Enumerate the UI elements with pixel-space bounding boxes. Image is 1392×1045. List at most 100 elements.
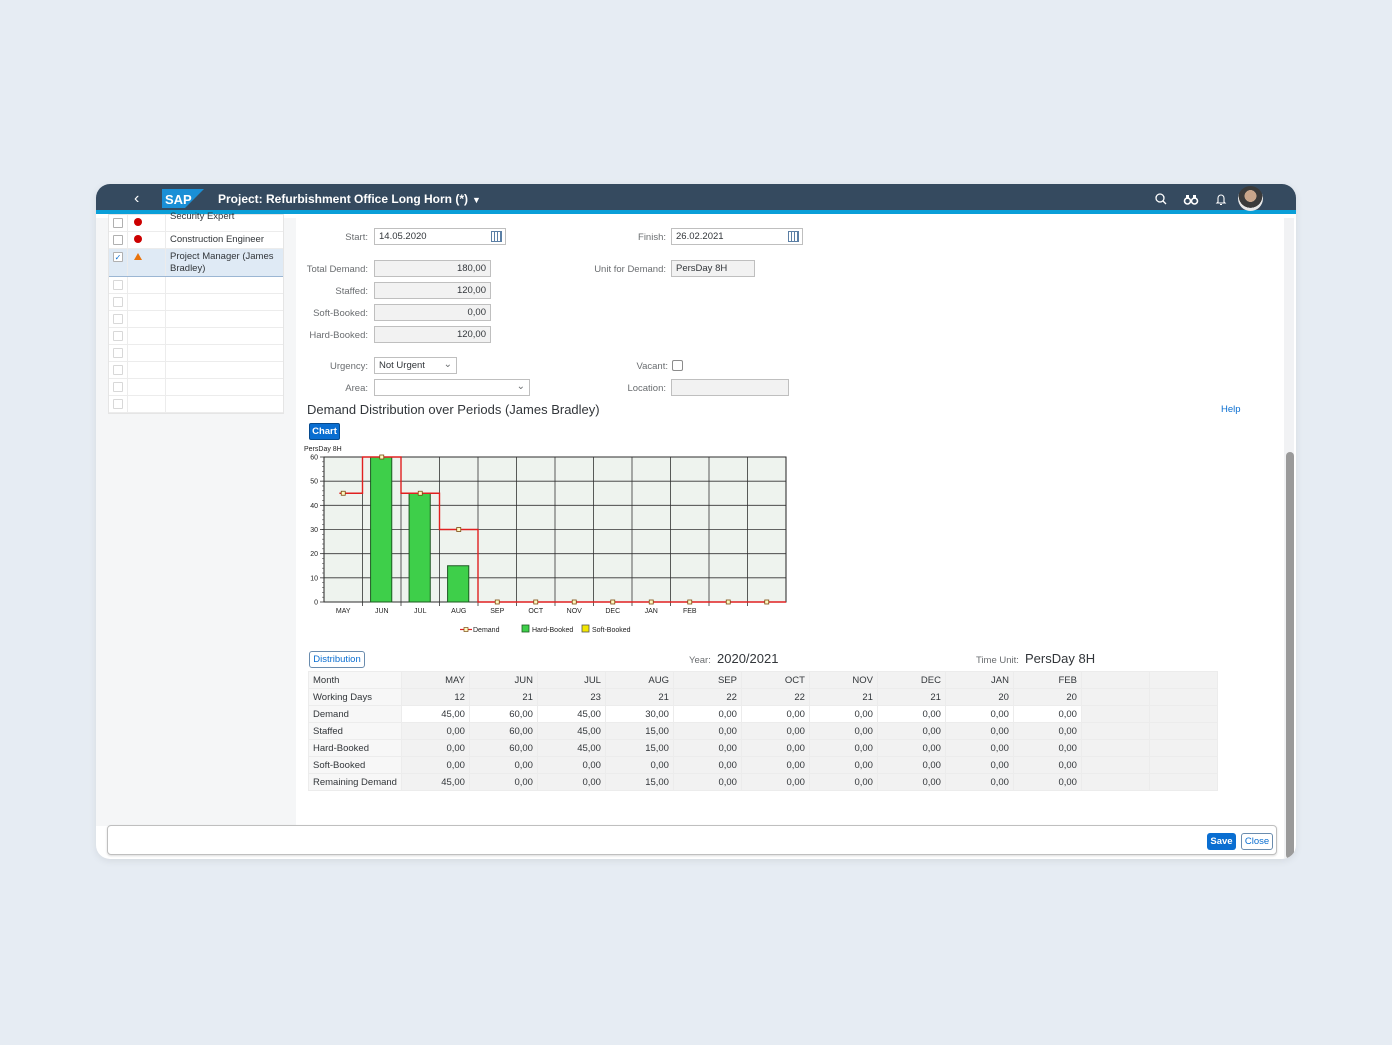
scrollbar-thumb[interactable] bbox=[1286, 452, 1294, 859]
back-icon[interactable]: ‹ bbox=[134, 190, 139, 208]
urgency-select[interactable]: Not Urgent ⌄ bbox=[374, 357, 457, 374]
x-tick-label: FEB bbox=[683, 608, 697, 615]
empty-row bbox=[109, 294, 283, 311]
table-cell[interactable]: 0,00 bbox=[740, 705, 810, 723]
calendar-icon[interactable] bbox=[491, 231, 502, 242]
table-cell: 0,00 bbox=[672, 756, 742, 774]
total-demand-field[interactable]: 180,00 bbox=[374, 260, 491, 277]
table-cell[interactable]: 45,00 bbox=[400, 705, 470, 723]
table-cell: 22 bbox=[672, 688, 742, 706]
app-title[interactable]: Project: Refurbishment Office Long Horn … bbox=[218, 192, 481, 206]
table-cell: 23 bbox=[536, 688, 606, 706]
finish-date-field[interactable]: 26.02.2021 bbox=[671, 228, 803, 245]
table-scroll-area bbox=[1217, 671, 1227, 689]
column-header: JAN bbox=[944, 671, 1014, 689]
row-select-cell bbox=[109, 294, 128, 310]
location-field[interactable] bbox=[671, 379, 789, 396]
checkbox-checked[interactable]: ✓ bbox=[113, 252, 123, 262]
empty-row bbox=[109, 396, 283, 413]
soft-booked-field[interactable]: 0,00 bbox=[374, 304, 491, 321]
empty-cell bbox=[1080, 705, 1150, 723]
table-cell[interactable]: 45,00 bbox=[536, 705, 606, 723]
role-name: Security Expert bbox=[170, 211, 235, 222]
role-row[interactable]: ✓ Project Manager (James Bradley) bbox=[109, 249, 283, 277]
demand-point bbox=[494, 599, 500, 605]
checkbox[interactable] bbox=[113, 297, 123, 307]
table-cell: 21 bbox=[876, 688, 946, 706]
table-cell: 0,00 bbox=[876, 722, 946, 740]
row-select-cell bbox=[109, 379, 128, 395]
checkbox[interactable] bbox=[113, 280, 123, 290]
checkbox[interactable] bbox=[113, 365, 123, 375]
checkbox[interactable] bbox=[113, 399, 123, 409]
y-tick-label: 10 bbox=[310, 575, 318, 582]
help-link[interactable]: Help bbox=[1221, 404, 1241, 415]
y-tick-label: 60 bbox=[310, 455, 318, 462]
x-tick-label: JAN bbox=[645, 608, 658, 615]
checkbox[interactable] bbox=[113, 235, 123, 245]
table-cell: 0,00 bbox=[400, 756, 470, 774]
calendar-icon[interactable] bbox=[788, 231, 799, 242]
y-tick-label: 0 bbox=[314, 600, 318, 607]
role-table: Security Expert Construction Engineer ✓ Pro… bbox=[108, 211, 284, 414]
role-name bbox=[166, 311, 283, 327]
status-cell bbox=[128, 232, 166, 248]
start-date-field[interactable]: 14.05.2020 bbox=[374, 228, 506, 245]
soft-booked-label: Soft-Booked: bbox=[313, 308, 368, 319]
bell-icon[interactable] bbox=[1213, 191, 1229, 207]
vacant-checkbox[interactable] bbox=[672, 360, 683, 371]
demand-point bbox=[533, 599, 539, 605]
table-cell[interactable]: 60,00 bbox=[468, 705, 538, 723]
user-avatar[interactable] bbox=[1238, 186, 1263, 211]
area-select[interactable]: ⌄ bbox=[374, 379, 530, 396]
binoculars-icon[interactable] bbox=[1183, 191, 1199, 207]
table-cell: 45,00 bbox=[400, 773, 470, 791]
close-button[interactable]: Close bbox=[1241, 833, 1273, 850]
error-status-icon bbox=[134, 218, 142, 226]
status-cell bbox=[128, 396, 166, 412]
table-cell: 20 bbox=[944, 688, 1014, 706]
table-cell: 21 bbox=[604, 688, 674, 706]
footer-bar: Save Close bbox=[107, 825, 1277, 855]
column-header: SEP bbox=[672, 671, 742, 689]
unit-for-demand-field[interactable]: PersDay 8H bbox=[671, 260, 755, 277]
row-select-cell: ✓ bbox=[109, 249, 128, 276]
table-cell[interactable]: 0,00 bbox=[944, 705, 1014, 723]
hard-booked-field[interactable]: 120,00 bbox=[374, 326, 491, 343]
role-row[interactable]: Construction Engineer bbox=[109, 232, 283, 249]
distribution-button[interactable]: Distribution bbox=[309, 651, 365, 668]
table-cell[interactable]: 0,00 bbox=[876, 705, 946, 723]
table-cell[interactable]: 0,00 bbox=[808, 705, 878, 723]
sap-logo[interactable]: SAP bbox=[162, 189, 204, 208]
checkbox[interactable] bbox=[113, 218, 123, 228]
demand-detail-pane: Start: 14.05.2020 Finish: 26.02.2021 Tot… bbox=[296, 218, 1280, 844]
empty-cell bbox=[1148, 688, 1218, 706]
table-cell[interactable]: 30,00 bbox=[604, 705, 674, 723]
table-cell: 20 bbox=[1012, 688, 1082, 706]
save-button[interactable]: Save bbox=[1207, 833, 1236, 850]
empty-cell bbox=[1080, 688, 1150, 706]
column-header: JUN bbox=[468, 671, 538, 689]
checkbox[interactable] bbox=[113, 348, 123, 358]
table-cell[interactable]: 0,00 bbox=[672, 705, 742, 723]
status-cell bbox=[128, 277, 166, 293]
table-cell[interactable]: 0,00 bbox=[1012, 705, 1082, 723]
checkbox[interactable] bbox=[113, 331, 123, 341]
empty-cell bbox=[1148, 705, 1218, 723]
role-name: Project Manager (James Bradley) bbox=[170, 251, 274, 274]
status-cell bbox=[128, 362, 166, 378]
search-icon[interactable] bbox=[1153, 191, 1169, 207]
checkbox[interactable] bbox=[113, 382, 123, 392]
chart-toggle-button[interactable]: Chart bbox=[309, 423, 340, 440]
role-name bbox=[166, 294, 283, 310]
empty-row bbox=[109, 362, 283, 379]
role-name bbox=[166, 396, 283, 412]
staffed-field[interactable]: 120,00 bbox=[374, 282, 491, 299]
role-name bbox=[166, 379, 283, 395]
chevron-down-icon: ⌄ bbox=[443, 359, 452, 370]
table-cell: 12 bbox=[400, 688, 470, 706]
hard-booked-bar bbox=[370, 456, 393, 603]
checkbox[interactable] bbox=[113, 314, 123, 324]
row-header: Staffed bbox=[308, 722, 402, 740]
role-row[interactable]: Security Expert bbox=[109, 211, 283, 232]
